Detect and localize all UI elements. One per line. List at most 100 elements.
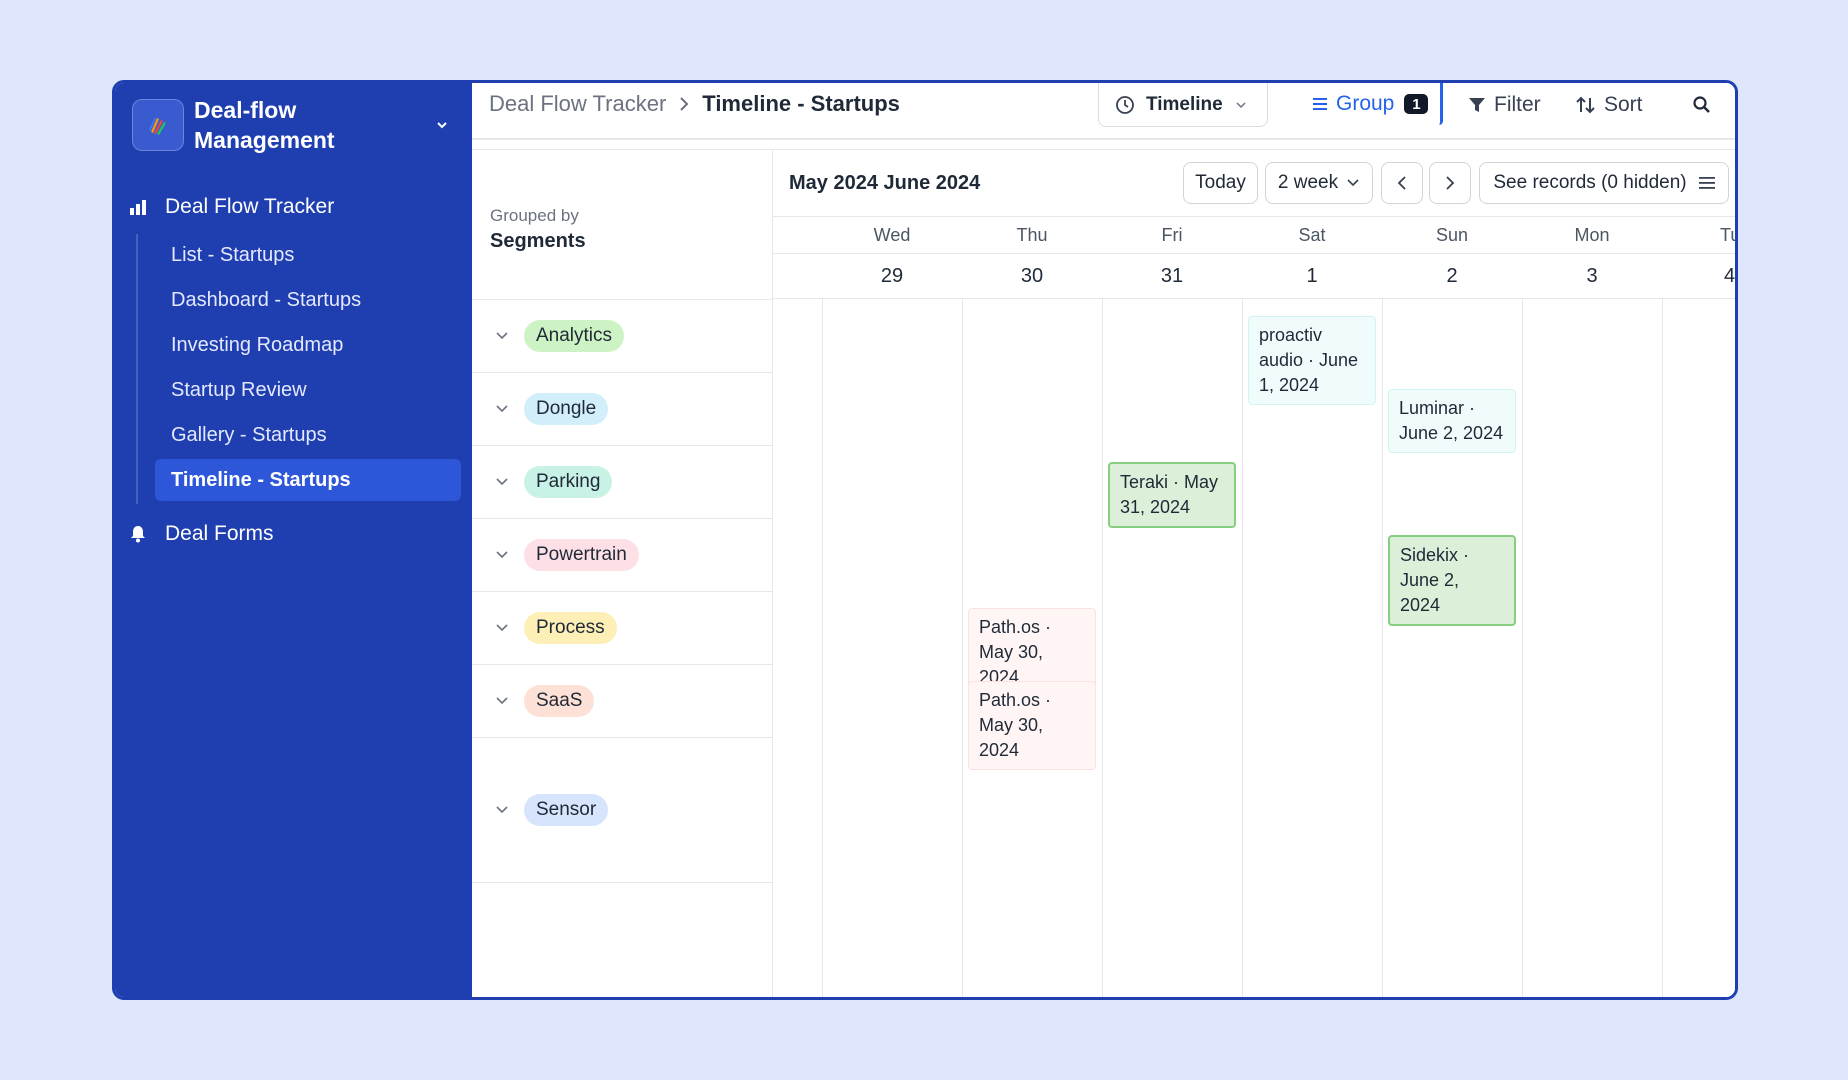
day-name: Sun [1435, 225, 1469, 245]
group-button[interactable]: Group 1 [1312, 83, 1444, 125]
range-select-label: 2 week [1277, 172, 1339, 193]
group-pill: Analytics [524, 320, 625, 352]
group-count-badge: 1 [1404, 94, 1429, 114]
chevron-down-icon[interactable] [492, 331, 512, 341]
breadcrumb-parent[interactable]: Deal Flow Tracker [489, 91, 666, 117]
record-card[interactable]: Path.os · May 30, 2024 [968, 681, 1096, 770]
chevron-down-icon[interactable] [492, 623, 512, 633]
month-label: May 2024 June 2024 [789, 172, 981, 194]
sidebar-nav-tree: List - Startups Dashboard - Startups Inv… [136, 234, 461, 504]
column-divider [962, 299, 963, 997]
record-card[interactable]: Sidekix · June 2, 2024 [1388, 535, 1516, 626]
day-name: Wed [873, 225, 911, 245]
sort-icon [1576, 96, 1596, 114]
breadcrumb: Deal Flow Tracker Timeline - Startups [489, 91, 900, 117]
group-panel: Grouped by Segments Analytics Dongle Par… [472, 149, 773, 997]
grouped-by: Grouped by Segments [490, 206, 586, 253]
chevron-right-icon [1445, 175, 1455, 191]
day-header-divider [773, 253, 1735, 254]
record-card[interactable]: Path.os · May 30, 2024 [968, 608, 1096, 686]
group-pill: Process [524, 612, 617, 644]
record-card[interactable]: Luminar · June 2, 2024 [1388, 389, 1516, 453]
sidebar-item-startup-review[interactable]: Startup Review [155, 369, 461, 411]
record-card[interactable]: Teraki · May 31, 2024 [1108, 462, 1236, 528]
see-records-button[interactable]: See records (0 hidden) [1479, 162, 1729, 204]
sidebar-item-gallery-startups[interactable]: Gallery - Startups [155, 414, 461, 456]
group-button-label: Group [1336, 92, 1395, 115]
filter-button-label: Filter [1494, 93, 1541, 116]
sidebar: Deal-flow Management Deal Flow Tracker L… [115, 83, 472, 997]
sidebar-item-dashboard-startups[interactable]: Dashboard - Startups [155, 279, 461, 321]
bell-icon [128, 524, 148, 544]
group-row-saas[interactable]: SaaS [472, 664, 772, 737]
column-divider [822, 299, 823, 997]
top-toolbar: Deal Flow Tracker Timeline - Startups Ti… [472, 83, 1735, 140]
sort-button[interactable]: Sort [1576, 89, 1643, 121]
sidebar-item-investing-roadmap[interactable]: Investing Roadmap [155, 324, 461, 366]
sidebar-section-label: Deal Forms [165, 522, 274, 545]
workspace-switcher[interactable]: Deal-flow Management [132, 95, 452, 155]
chevron-down-icon [1346, 178, 1360, 188]
see-records-label: See records (0 hidden) [1493, 172, 1687, 193]
day-name: Fri [1161, 225, 1183, 245]
sidebar-item-list-startups[interactable]: List - Startups [155, 234, 461, 276]
group-pill: SaaS [524, 685, 595, 717]
group-row-sensor[interactable]: Sensor [472, 737, 772, 883]
day-name: Sat [1298, 225, 1326, 245]
chevron-down-icon[interactable] [492, 404, 512, 414]
grouped-by-label: Grouped by [490, 206, 579, 225]
sidebar-section-deal-flow-tracker[interactable]: Deal Flow Tracker [128, 190, 334, 224]
day-date: 3 [1586, 265, 1598, 287]
group-row-parking[interactable]: Parking [472, 445, 772, 518]
day-date: 31 [1160, 265, 1184, 287]
range-select[interactable]: 2 week [1265, 162, 1373, 204]
previous-button[interactable] [1381, 162, 1423, 204]
day-date: 29 [880, 265, 904, 287]
group-row-analytics[interactable]: Analytics [472, 299, 772, 372]
grouped-by-value[interactable]: Segments [490, 230, 586, 253]
column-divider [1102, 299, 1103, 997]
day-header: Wed 29 Thu 30 Fri 31 Sat 1 Sun 2 Mon 3 T… [773, 216, 1735, 299]
breadcrumb-current: Timeline - Startups [702, 91, 900, 116]
sort-button-label: Sort [1604, 93, 1643, 116]
day-date: 30 [1020, 265, 1044, 287]
app-window: Deal-flow Management Deal Flow Tracker L… [112, 80, 1738, 1000]
chevron-down-icon[interactable] [492, 550, 512, 560]
record-card[interactable]: proactiv audio · June 1, 2024 [1248, 316, 1376, 405]
sidebar-section-label: Deal Flow Tracker [165, 195, 335, 218]
search-icon [1692, 95, 1712, 115]
app-logo [132, 99, 184, 151]
day-date: 1 [1306, 265, 1318, 287]
next-button[interactable] [1429, 162, 1471, 204]
day-date: 2 [1446, 265, 1458, 287]
group-row-powertrain[interactable]: Powertrain [472, 518, 772, 591]
chevron-down-icon[interactable] [432, 115, 452, 135]
group-pill: Sensor [524, 794, 609, 826]
group-row-dongle[interactable]: Dongle [472, 372, 772, 445]
day-name: Mon [1574, 225, 1610, 245]
group-pill: Parking [524, 466, 613, 498]
bar-chart-icon [128, 197, 148, 217]
chevron-down-icon[interactable] [492, 805, 512, 815]
today-button[interactable]: Today [1183, 162, 1258, 204]
list-icon [1312, 96, 1328, 112]
day-name: Thu [1016, 225, 1048, 245]
chevron-down-icon[interactable] [492, 477, 512, 487]
chevron-down-icon[interactable] [492, 696, 512, 706]
sidebar-item-timeline-startups[interactable]: Timeline - Startups [155, 459, 461, 501]
group-row-process[interactable]: Process [472, 591, 772, 664]
group-pill: Dongle [524, 393, 609, 425]
clock-icon [1115, 95, 1135, 115]
app-title: Deal-flow Management [194, 97, 335, 153]
column-divider [1662, 299, 1663, 997]
chevron-down-icon [1235, 99, 1247, 111]
view-switcher[interactable]: Timeline [1098, 83, 1268, 127]
day-name: Tu [1720, 225, 1735, 245]
column-divider [1382, 299, 1383, 997]
group-pill: Powertrain [524, 539, 639, 571]
filter-icon [1468, 96, 1486, 114]
search-button[interactable] [1692, 89, 1720, 121]
filter-button[interactable]: Filter [1468, 89, 1541, 121]
sidebar-section-deal-forms[interactable]: Deal Forms [128, 517, 274, 551]
menu-icon [1698, 177, 1715, 189]
